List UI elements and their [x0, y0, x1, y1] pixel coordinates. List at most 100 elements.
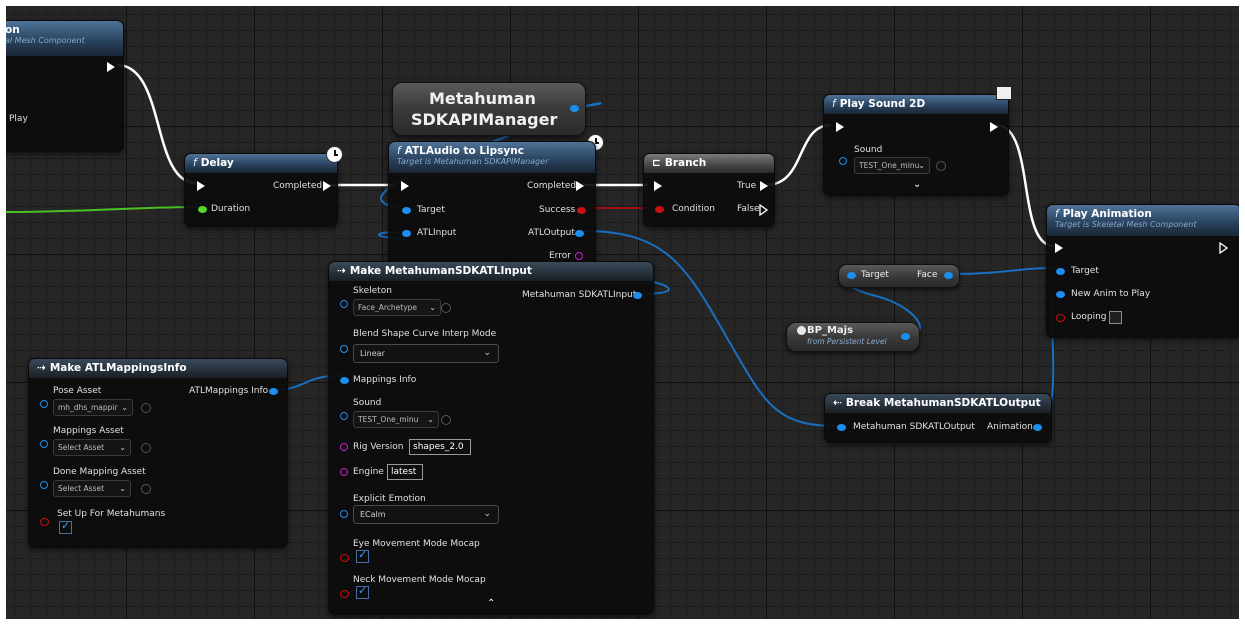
bp-majs-title: BP_Majs: [807, 325, 854, 336]
browse-asset-icon[interactable]: [141, 484, 151, 494]
emotion-dropdown[interactable]: ECalm ⌄: [353, 505, 499, 524]
branch-true-label: True: [737, 181, 757, 191]
duration-label: Duration: [211, 204, 251, 214]
function-icon: f: [832, 98, 836, 110]
looping-pin[interactable]: [1056, 314, 1065, 322]
emotion-pin[interactable]: [340, 510, 348, 518]
struct-out-pin[interactable]: [269, 388, 278, 395]
exec-out-pin[interactable]: [990, 122, 998, 132]
delay-node[interactable]: f Delay Completed Duration: [184, 153, 338, 227]
mappings-asset-pin[interactable]: [40, 440, 48, 448]
event-node[interactable]: on al Mesh Component Play: [6, 20, 124, 152]
success-pin[interactable]: [577, 207, 586, 214]
looping-checkbox[interactable]: [1109, 311, 1122, 324]
neck-mocap-label: Neck Movement Mode Mocap: [353, 575, 486, 585]
sound-asset-picker[interactable]: TEST_One_minu ⌄: [854, 157, 930, 174]
engine-field[interactable]: latest: [387, 464, 423, 480]
exec-in-pin[interactable]: [1055, 243, 1063, 253]
metahuman-api-manager-variable[interactable]: Metahuman SDKAPIManager: [392, 82, 586, 136]
neck-mocap-pin[interactable]: [340, 590, 349, 598]
duration-pin[interactable]: [198, 206, 207, 213]
condition-pin[interactable]: [655, 206, 664, 213]
make-input-output-label: Metahuman SDKATLInput: [522, 290, 637, 300]
atl-audio-lipsync-node[interactable]: f ATLAudio to Lipsync Target is Metahuman…: [388, 141, 596, 271]
skeleton-pin[interactable]: [340, 300, 348, 308]
mappings-asset-picker[interactable]: Select Asset ⌄: [53, 439, 131, 456]
animation-out-pin[interactable]: [1033, 424, 1042, 431]
browse-asset-icon[interactable]: [141, 403, 151, 413]
browse-asset-icon[interactable]: [936, 161, 946, 171]
atlinput-pin[interactable]: [402, 230, 411, 237]
blend-mode-dropdown[interactable]: Linear ⌄: [353, 344, 499, 363]
mappings-info-pin[interactable]: [340, 377, 349, 384]
atloutput-pin[interactable]: [575, 230, 584, 237]
exec-out-pin[interactable]: [576, 181, 584, 191]
exec-out-pin[interactable]: [107, 62, 115, 72]
sound-pin[interactable]: [839, 157, 847, 165]
play-animation-node[interactable]: f Play Animation Target is Skeletal Mesh …: [1046, 204, 1239, 338]
chevron-down-icon: ⌄: [119, 443, 126, 452]
break-animation-label: Animation: [987, 422, 1033, 432]
bp-majs-reference-node[interactable]: BP_Majs from Persistent Level: [786, 322, 920, 352]
play-sound-sound-label: Sound: [854, 145, 883, 155]
object-wire: [949, 267, 1055, 275]
target-pin[interactable]: [1056, 268, 1065, 275]
object-out-pin[interactable]: [901, 333, 910, 340]
face-getter-node[interactable]: Target Face: [838, 264, 960, 288]
exec-out-pin[interactable]: [759, 204, 769, 216]
collapse-chevron-icon[interactable]: ⌃: [487, 598, 495, 609]
make-mappings-title: Make ATLMappingsInfo: [49, 362, 187, 374]
struct-out-pin[interactable]: [633, 292, 642, 299]
new-anim-pin[interactable]: [1056, 291, 1065, 298]
skeleton-label: Skeleton: [353, 286, 392, 296]
sound-pin[interactable]: [340, 412, 348, 420]
sound-label: Sound: [353, 398, 382, 408]
make-atl-mappings-info-node[interactable]: ⇢ Make ATLMappingsInfo Pose Asset mh_dhs_…: [28, 358, 288, 548]
eye-mocap-pin[interactable]: [340, 554, 349, 562]
chevron-down-icon: ⌄: [119, 484, 126, 493]
neck-mocap-checkbox[interactable]: [356, 584, 369, 599]
browse-asset-icon[interactable]: [441, 303, 451, 313]
target-pin[interactable]: [847, 272, 856, 279]
browse-asset-icon[interactable]: [141, 443, 151, 453]
branch-node[interactable]: ⊏ Branch True Condition False: [643, 153, 775, 227]
exec-out-pin[interactable]: [1219, 242, 1229, 254]
eye-mocap-checkbox[interactable]: [356, 548, 369, 563]
engine-pin[interactable]: [340, 468, 348, 476]
done-asset-pin[interactable]: [40, 481, 48, 489]
exec-in-pin[interactable]: [836, 122, 844, 132]
blueprint-graph[interactable]: on al Mesh Component Play f Delay Complet…: [6, 6, 1239, 619]
expand-chevron-icon[interactable]: ⌄: [913, 179, 921, 190]
play-sound-2d-node[interactable]: f Play Sound 2D Sound TEST_One_minu ⌄ ⌄: [823, 94, 1009, 196]
exec-out-pin[interactable]: [760, 181, 768, 191]
branch-node-header: ⊏ Branch: [644, 154, 774, 173]
rig-version-pin[interactable]: [340, 443, 348, 451]
client-monitor-icon: [996, 86, 1012, 100]
error-pin[interactable]: [575, 252, 583, 260]
event-play-label: Play: [9, 114, 28, 124]
done-asset-picker[interactable]: Select Asset ⌄: [53, 480, 131, 497]
object-out-pin[interactable]: [570, 105, 579, 112]
exec-in-pin[interactable]: [654, 181, 662, 191]
exec-in-pin[interactable]: [197, 181, 205, 191]
exec-in-pin[interactable]: [401, 181, 409, 191]
pose-asset-pin[interactable]: [40, 400, 48, 408]
skeleton-asset-picker[interactable]: Face_Archetype ⌄: [353, 299, 441, 316]
rig-version-field[interactable]: shapes_2.0: [409, 439, 471, 455]
pose-asset-value: mh_dhs_mappir: [58, 403, 118, 412]
emotion-label: Explicit Emotion: [353, 494, 426, 504]
setup-checkbox[interactable]: [59, 519, 72, 534]
sound-asset-picker[interactable]: TEST_One_minu ⌄: [353, 411, 439, 428]
make-atl-input-node[interactable]: ⇢ Make MetahumanSDKATLInput Skeleton Face…: [328, 261, 654, 615]
target-pin[interactable]: [402, 207, 411, 214]
blend-mode-pin[interactable]: [340, 345, 348, 353]
setup-pin[interactable]: [40, 518, 49, 526]
browse-asset-icon[interactable]: [441, 415, 451, 425]
input-struct-pin[interactable]: [837, 424, 846, 431]
exec-out-pin[interactable]: [323, 181, 331, 191]
face-out-pin[interactable]: [944, 272, 953, 279]
break-atl-output-node[interactable]: ⇠ Break MetahumanSDKATLOutput Metahuman S…: [824, 393, 1052, 443]
pose-asset-picker[interactable]: mh_dhs_mappir ⌄: [53, 399, 133, 416]
chevron-down-icon: ⌄: [483, 348, 491, 358]
atl-title: ATLAudio to Lipsync: [404, 145, 524, 157]
